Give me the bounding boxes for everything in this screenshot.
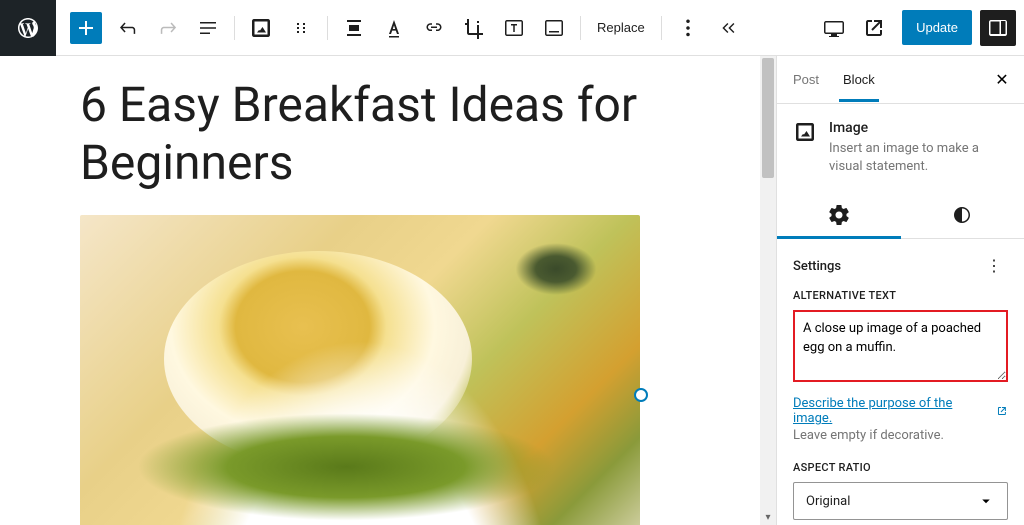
caption-button[interactable] [536, 10, 572, 46]
plus-icon [74, 16, 98, 40]
tab-block[interactable]: Block [831, 58, 887, 101]
add-block-button[interactable] [70, 12, 102, 44]
chevron-double-left-icon [716, 16, 740, 40]
text-overlay-button[interactable] [496, 10, 532, 46]
divider [580, 16, 581, 40]
block-type-desc: Insert an image to make a visual stateme… [829, 140, 1008, 176]
aspect-ratio-label: ASPECT RATIO [793, 461, 1008, 474]
alt-text-input[interactable] [793, 310, 1008, 382]
subtab-styles[interactable] [901, 192, 1024, 238]
view-button[interactable] [816, 10, 852, 46]
alt-text-label: ALTERNATIVE TEXT [793, 289, 1008, 302]
panel-title: Settings [793, 259, 841, 274]
image-block-button[interactable] [243, 10, 279, 46]
resize-handle-right[interactable] [634, 388, 648, 402]
scrollbar-thumb[interactable] [762, 58, 774, 178]
text-icon [382, 16, 406, 40]
subtab-settings[interactable] [777, 192, 901, 238]
chevron-down-icon [977, 492, 995, 510]
text-overlay-icon [502, 16, 526, 40]
block-type-title: Image [829, 120, 1008, 136]
caption-icon [542, 16, 566, 40]
image-icon [793, 120, 817, 144]
crop-icon [462, 16, 486, 40]
divider [327, 16, 328, 40]
alt-text-help-link[interactable]: Describe the purpose of the image. [793, 396, 1008, 426]
image-icon [249, 16, 273, 40]
gear-icon [827, 203, 851, 227]
sidebar-toggle-button[interactable] [980, 10, 1016, 46]
collapse-toolbar-button[interactable] [710, 10, 746, 46]
top-toolbar: Replace Update [0, 0, 1024, 56]
sidebar-icon [986, 16, 1010, 40]
text-button[interactable] [376, 10, 412, 46]
link-icon [422, 16, 446, 40]
wordpress-logo[interactable] [0, 0, 56, 56]
crop-button[interactable] [456, 10, 492, 46]
redo-button[interactable] [150, 10, 186, 46]
undo-icon [116, 16, 140, 40]
more-options-button[interactable] [670, 10, 706, 46]
external-icon [996, 405, 1008, 417]
divider [661, 16, 662, 40]
aspect-ratio-value: Original [806, 494, 850, 509]
replace-button[interactable]: Replace [587, 12, 655, 43]
alt-text-hint: Leave empty if decorative. [793, 428, 1008, 443]
external-icon [862, 16, 886, 40]
settings-sidebar: Post Block ✕ Image Insert an image to ma… [776, 56, 1024, 525]
update-button[interactable]: Update [902, 10, 972, 45]
dots-vertical-icon [676, 16, 700, 40]
post-title[interactable]: 6 Easy Breakfast Ideas for Beginners [80, 76, 760, 191]
desktop-icon [822, 16, 846, 40]
editor-canvas[interactable]: 6 Easy Breakfast Ideas for Beginners ▴ ▾ [0, 56, 776, 525]
align-icon [342, 16, 366, 40]
document-overview-button[interactable] [190, 10, 226, 46]
list-icon [196, 16, 220, 40]
align-button[interactable] [336, 10, 372, 46]
close-sidebar-button[interactable]: ✕ [984, 62, 1020, 98]
panel-menu-button[interactable]: ⋮ [980, 255, 1008, 277]
dots-grid-icon [289, 16, 313, 40]
scroll-down-arrow[interactable]: ▾ [760, 509, 776, 525]
aspect-ratio-select[interactable]: Original [793, 482, 1008, 520]
undo-button[interactable] [110, 10, 146, 46]
preview-button[interactable] [856, 10, 892, 46]
divider [234, 16, 235, 40]
canvas-scrollbar[interactable]: ▴ ▾ [760, 56, 776, 525]
tab-post[interactable]: Post [781, 58, 831, 101]
drag-button[interactable] [283, 10, 319, 46]
redo-icon [156, 16, 180, 40]
link-button[interactable] [416, 10, 452, 46]
image-block[interactable] [80, 215, 640, 525]
styles-icon [950, 203, 974, 227]
